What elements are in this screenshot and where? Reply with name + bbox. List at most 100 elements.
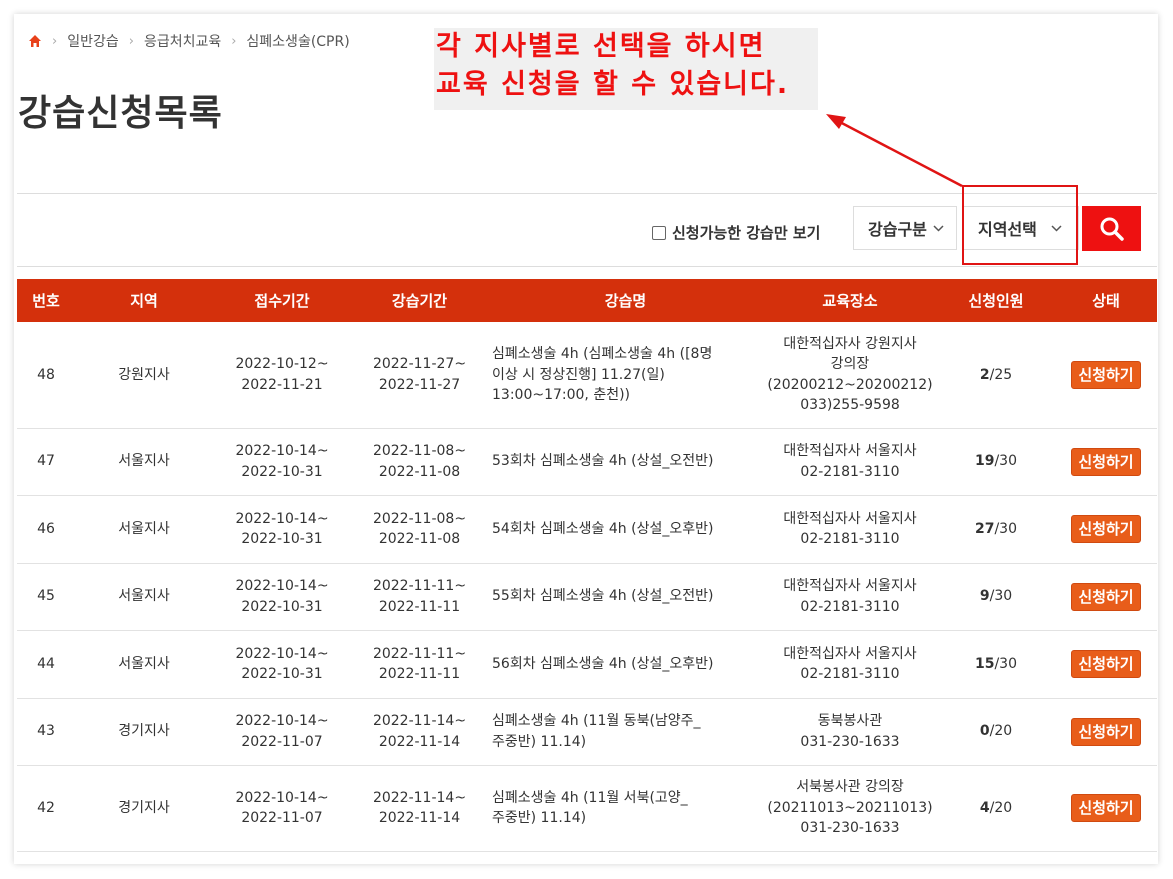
period-line: 2022-11-27: [378, 376, 461, 393]
apply-button[interactable]: 신청하기: [1071, 447, 1141, 476]
cell-name: 53회차 심폐소생술 4h (상설_오전반): [488, 428, 763, 496]
header-no: 번호: [32, 292, 60, 310]
cell-period: 2022-11-14~ 2022-11-14: [351, 698, 488, 766]
course-name-line: 심폐소생술 4h (심폐소생술 4h ([8명: [492, 346, 713, 362]
header-applicants: 신청인원: [968, 292, 1024, 310]
cell-no: 46: [17, 495, 75, 564]
reception-line: 2022-10-14~: [235, 578, 329, 594]
place-line: 대한적십자사 서울지사: [783, 645, 917, 662]
reception-line: 2022-10-31: [241, 531, 323, 547]
place-line: 강의장: [830, 356, 870, 373]
place-line: 02-2181-3110: [800, 598, 900, 615]
cell-applicants: 9/30: [937, 563, 1055, 631]
cell-period: 2022-11-08~ 2022-11-08: [351, 428, 488, 496]
place-line: 02-2181-3110: [800, 463, 900, 480]
capacity-count: /30: [994, 453, 1017, 470]
place-line: 033)255-9598: [800, 397, 900, 414]
capacity-count: /25: [989, 366, 1013, 383]
course-type-select[interactable]: 강습구분: [853, 206, 957, 250]
apply-button[interactable]: 신청하기: [1071, 717, 1141, 746]
period-line: 2022-11-08~: [372, 443, 467, 459]
breadcrumb-item-cpr[interactable]: 심폐소생술(CPR): [246, 31, 349, 51]
breadcrumb-separator-icon: ›: [231, 33, 237, 49]
cell-applicants: 27/30: [937, 495, 1055, 564]
page-title: 강습신청목록: [18, 93, 223, 134]
breadcrumb: › 일반강습 › 응급처치교육 › 심폐소생술(CPR): [28, 32, 350, 50]
cell-reception: 2022-10-14~ 2022-10-31: [213, 563, 351, 631]
cell-status: 신청하기: [1055, 563, 1157, 631]
cell-name: 심폐소생술 4h (심폐소생술 4h ([8명 이상 시 정상진행] 11.27(…: [488, 322, 763, 429]
course-list-table: 번호 지역 접수기간 강습기간 강습명 교육장소 신청인원 상태 48 강원지사 2022-10-…: [17, 279, 1157, 852]
reception-line: 2022-10-14~: [235, 713, 329, 729]
cell-region: 서울지사: [75, 563, 213, 631]
cell-no: 45: [17, 563, 75, 631]
applied-count: 4: [979, 799, 990, 816]
checkbox-icon[interactable]: [652, 225, 666, 240]
annotation-line-1: 각 지사별로 선택을 하시면: [436, 31, 766, 62]
cell-period: 2022-11-27~ 2022-11-27: [351, 322, 488, 429]
chevron-down-icon: [933, 221, 944, 235]
cell-applicants: 15/30: [937, 630, 1055, 699]
breadcrumb-separator-icon: ›: [128, 33, 134, 49]
course-name-line: 54회차 심폐소생술 4h (상설_오후반): [492, 520, 714, 537]
place-line: 대한적십자사 강원지사: [783, 335, 917, 352]
table-row: 45 서울지사 2022-10-14~ 2022-10-31 2022-11-11~ 20…: [17, 563, 1157, 631]
cell-status: 신청하기: [1055, 495, 1157, 564]
cell-status: 신청하기: [1055, 322, 1157, 429]
place-line: 동북봉사관: [817, 713, 883, 729]
cell-period: 2022-11-11~ 2022-11-11: [351, 563, 488, 631]
header-name: 강습명: [604, 292, 647, 310]
apply-button[interactable]: 신청하기: [1071, 582, 1141, 611]
breadcrumb-item-general[interactable]: 일반강습: [67, 31, 119, 51]
cell-reception: 2022-10-14~ 2022-10-31: [213, 630, 351, 699]
reception-line: 2022-10-14~: [235, 645, 329, 662]
search-button[interactable]: [1082, 206, 1141, 251]
header-status: 상태: [1092, 292, 1120, 310]
place-line: 02-2181-3110: [800, 666, 900, 682]
capacity-count: /20: [989, 723, 1013, 740]
period-line: 2022-11-14: [378, 810, 461, 826]
apply-button[interactable]: 신청하기: [1071, 360, 1141, 389]
header-period: 강습기간: [391, 292, 448, 310]
annotation-line-2: 교육 신청을 할 수 있습니다.: [436, 69, 790, 100]
course-type-value: 강습구분: [868, 220, 927, 239]
period-line: 2022-11-14~: [372, 713, 467, 729]
table-row: 44 서울지사 2022-10-14~ 2022-10-31 2022-11-11~ 20…: [17, 630, 1157, 699]
search-icon: [1100, 217, 1124, 241]
cell-no: 48: [17, 322, 75, 429]
reception-line: 2022-11-07: [241, 810, 323, 826]
period-line: 2022-11-14~: [372, 789, 467, 806]
cell-reception: 2022-10-14~ 2022-11-07: [213, 765, 351, 852]
cell-region: 서울지사: [75, 495, 213, 564]
cell-period: 2022-11-11~ 2022-11-11: [351, 630, 488, 699]
course-name-line: 심폐소생술 4h (11월 동북(남양주_: [492, 713, 701, 729]
cell-region: 강원지사: [75, 322, 213, 429]
reception-line: 2022-10-12~: [235, 356, 329, 373]
header-place: 교육장소: [822, 292, 878, 310]
cell-applicants: 19/30: [937, 428, 1055, 496]
cell-name: 심폐소생술 4h (11월 서북(고양_ 주중반) 11.14): [488, 765, 763, 852]
apply-button[interactable]: 신청하기: [1071, 794, 1141, 822]
cell-place: 대한적십자사 서울지사 02-2181-3110: [763, 428, 937, 496]
cell-reception: 2022-10-14~ 2022-10-31: [213, 428, 351, 496]
cell-place: 동북봉사관 031-230-1633: [763, 698, 937, 766]
cell-applicants: 2/25: [937, 322, 1055, 429]
capacity-count: /30: [994, 655, 1017, 672]
breadcrumb-item-first-aid[interactable]: 응급처치교육: [144, 31, 221, 51]
place-line: 02-2181-3110: [800, 531, 900, 547]
table-header-row: 번호 지역 접수기간 강습기간 강습명 교육장소 신청인원 상태: [17, 279, 1157, 322]
place-line: 대한적십자사 서울지사: [783, 443, 917, 459]
cell-status: 신청하기: [1055, 765, 1157, 852]
apply-button[interactable]: 신청하기: [1071, 515, 1141, 543]
home-icon[interactable]: [28, 34, 42, 48]
period-line: 2022-11-11~: [372, 578, 467, 594]
apply-button[interactable]: 신청하기: [1071, 650, 1141, 678]
cell-place: 대한적십자사 서울지사 02-2181-3110: [763, 630, 937, 699]
period-line: 2022-11-08~: [372, 510, 467, 527]
cell-region: 서울지사: [75, 630, 213, 699]
cell-period: 2022-11-14~ 2022-11-14: [351, 765, 488, 852]
available-only-checkbox[interactable]: 신청가능한 강습만 보기: [652, 222, 820, 243]
course-name-line: 13:00~17:00, 춘천)): [492, 387, 631, 403]
cell-place: 서북봉사관 강의장 (20211013~20211013) 031-230-1633: [763, 765, 937, 852]
course-name-line: 심폐소생술 4h (11월 서북(고양_: [492, 789, 688, 806]
